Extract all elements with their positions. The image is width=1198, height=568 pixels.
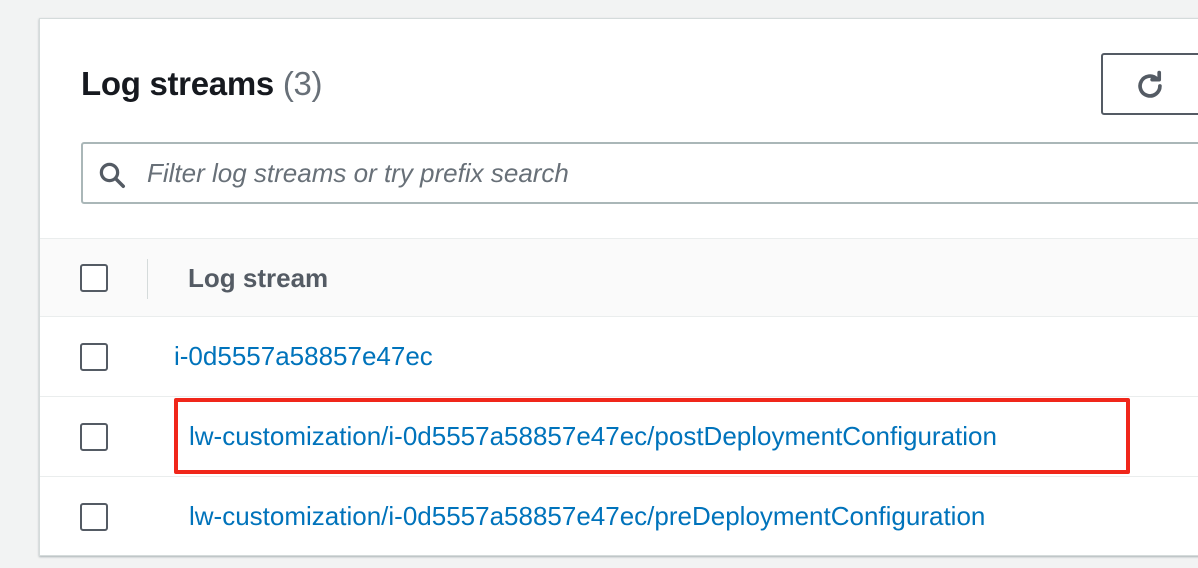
log-stream-link[interactable]: lw-customization/i-0d5557a58857e47ec/pos… [189,421,997,452]
table-header: Log stream [40,238,1198,317]
row-checkbox[interactable] [80,503,108,531]
log-stream-link[interactable]: lw-customization/i-0d5557a58857e47ec/pre… [189,501,985,532]
select-all-checkbox[interactable] [80,264,108,292]
stream-count: (3) [282,65,323,102]
table-row: lw-customization/i-0d5557a58857e47ec/pos… [40,397,1198,477]
refresh-button[interactable] [1101,53,1198,115]
column-divider [147,259,148,299]
search-icon [99,162,125,188]
log-streams-panel: Log streams (3) Log stream i-0d5557a5885… [39,18,1198,556]
log-stream-link[interactable]: i-0d5557a58857e47ec [174,341,433,372]
row-checkbox[interactable] [80,423,108,451]
search-box [81,142,1198,204]
refresh-icon [1138,70,1162,98]
column-header-log-stream: Log stream [188,263,329,293]
panel-header: Log streams (3) [81,65,323,103]
table-row: lw-customization/i-0d5557a58857e47ec/pre… [40,477,1198,557]
panel-title: Log streams [81,65,274,102]
search-input[interactable] [147,144,1198,202]
table-row: i-0d5557a58857e47ec [40,317,1198,397]
row-checkbox[interactable] [80,343,108,371]
